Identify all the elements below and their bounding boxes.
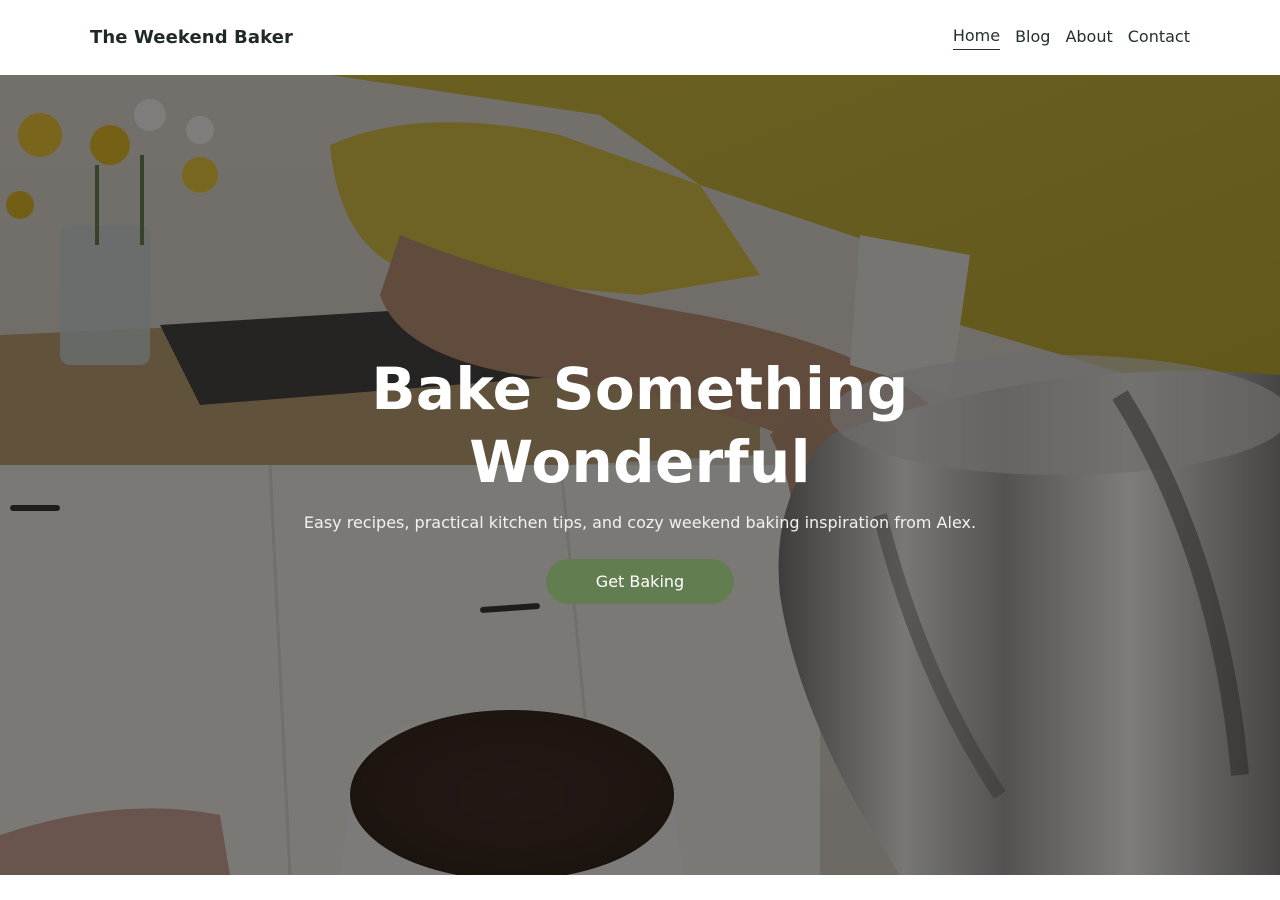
hero-section: Bake Something Wonderful Easy recipes, p… [0, 75, 1280, 875]
hero-subtitle: Easy recipes, practical kitchen tips, an… [303, 513, 977, 532]
hero-content: Bake Something Wonderful Easy recipes, p… [0, 353, 1280, 604]
nav-link-contact[interactable]: Contact [1128, 26, 1190, 50]
get-baking-button[interactable]: Get Baking [546, 559, 734, 604]
site-brand-link[interactable]: The Weekend Baker [90, 27, 293, 48]
site-header: The Weekend Baker Home Blog About Contac… [0, 0, 1280, 75]
hero-title: Bake Something Wonderful [371, 355, 909, 496]
nav-link-home[interactable]: Home [952, 25, 1001, 50]
main-nav: Home Blog About Contact [952, 25, 1190, 50]
page-body-start [0, 875, 1280, 900]
nav-link-about[interactable]: About [1065, 26, 1112, 50]
nav-link-blog[interactable]: Blog [1015, 26, 1050, 50]
